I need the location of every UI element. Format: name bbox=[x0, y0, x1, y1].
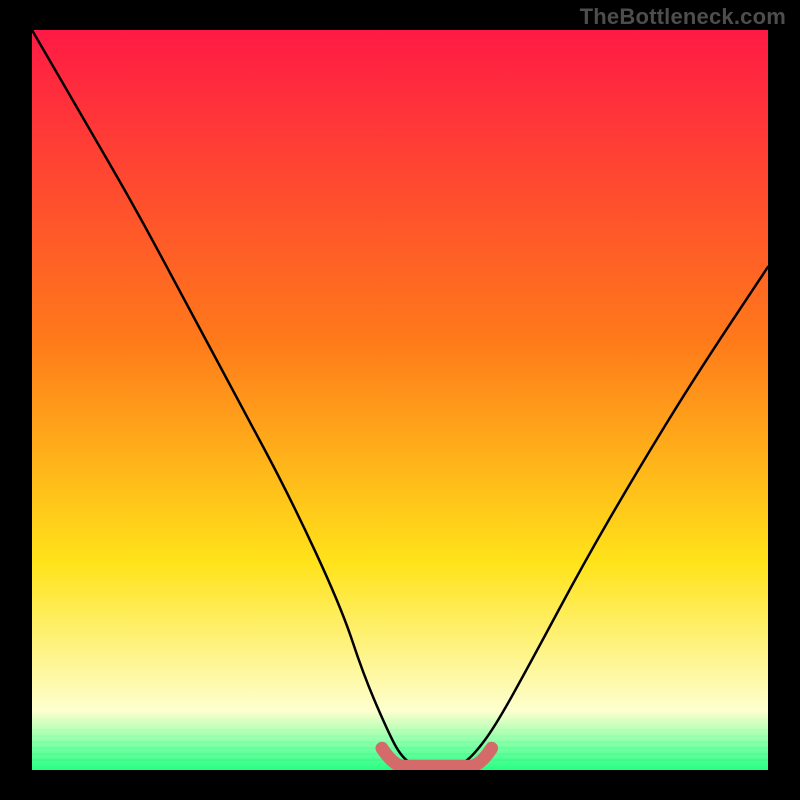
chart-frame: TheBottleneck.com bbox=[0, 0, 800, 800]
chart-plot-area bbox=[32, 30, 768, 770]
watermark-text: TheBottleneck.com bbox=[580, 4, 786, 30]
chart-svg bbox=[32, 30, 768, 770]
gradient-background bbox=[32, 30, 768, 770]
